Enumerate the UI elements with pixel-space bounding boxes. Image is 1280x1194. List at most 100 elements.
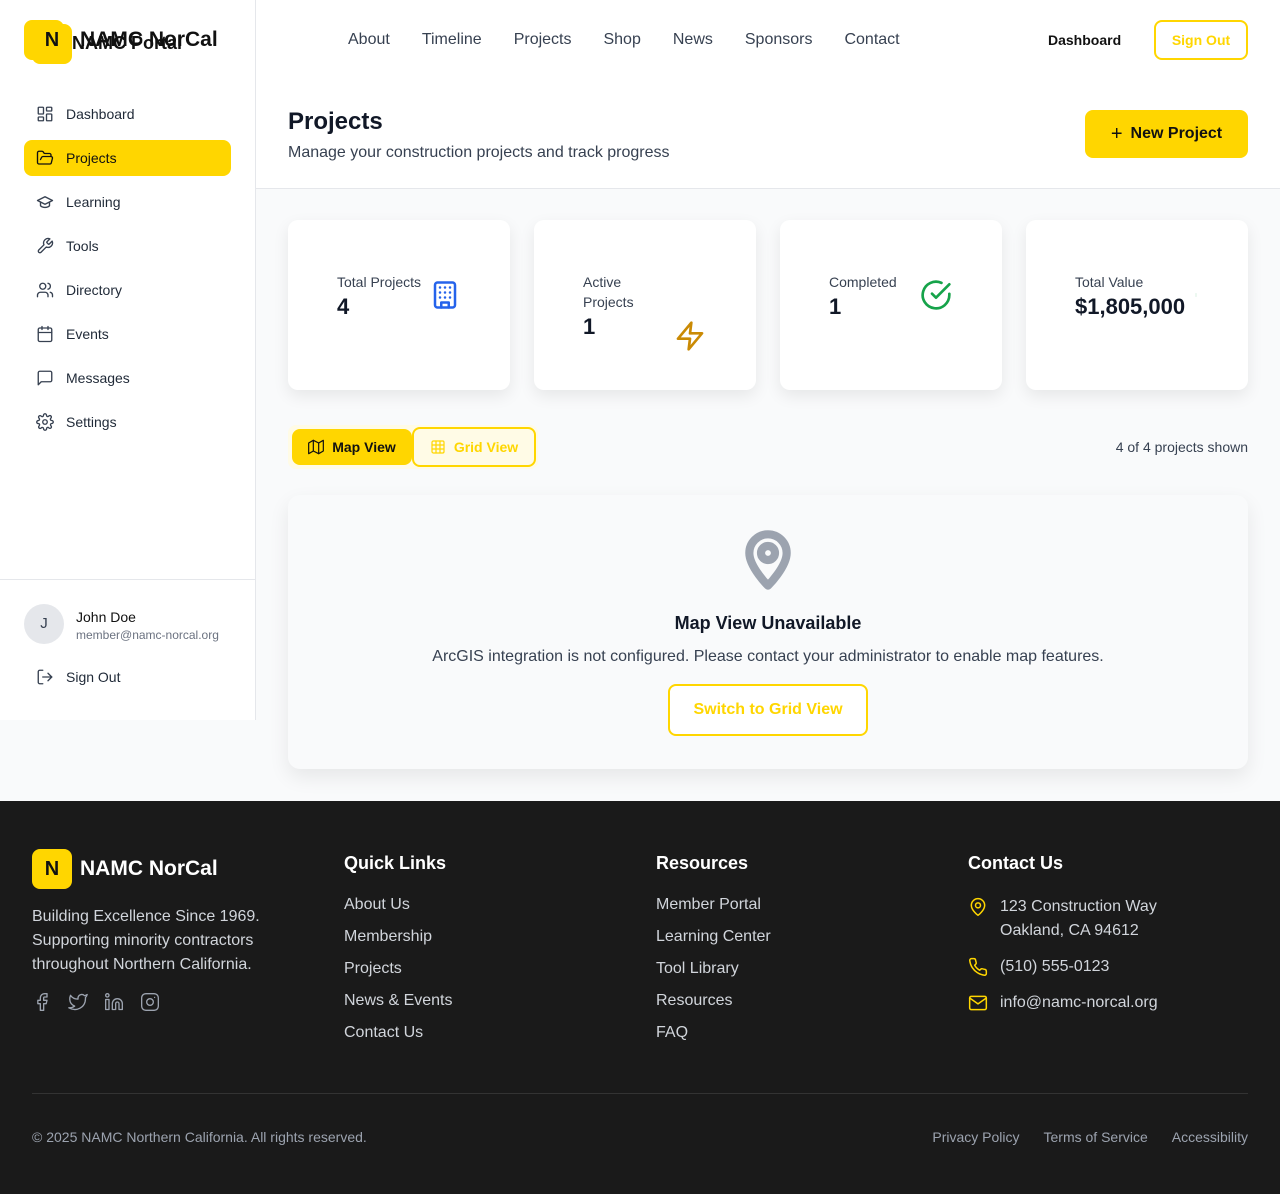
twitter-icon[interactable] <box>68 992 88 1012</box>
sidebar-item-settings[interactable]: Settings <box>24 404 231 440</box>
phone-icon <box>969 957 988 976</box>
nav-link-contact[interactable]: Contact <box>844 31 899 49</box>
footer-quick-links: Quick Links About Us Membership Projects… <box>344 853 452 1055</box>
sidebar-item-label: Dashboard <box>66 106 135 122</box>
page-subtitle: Manage your construction projects and tr… <box>288 144 670 161</box>
privacy-policy-link[interactable]: Privacy Policy <box>932 1129 1019 1145</box>
sidebar-item-label: Settings <box>66 414 117 430</box>
legal-links: Privacy Policy Terms of Service Accessib… <box>908 1129 1248 1145</box>
instagram-icon[interactable] <box>140 992 160 1012</box>
dashboard-grid-icon <box>37 106 53 122</box>
grid-icon <box>431 440 445 454</box>
map-pin-icon <box>745 530 791 590</box>
sidebar-item-label: Events <box>66 326 109 342</box>
user-panel: J John Doe member@namc-norcal.org Sign O… <box>0 579 255 720</box>
background-filler <box>0 720 256 801</box>
map-card-title: Map View Unavailable <box>674 613 862 633</box>
nav-link-news[interactable]: News <box>673 31 713 49</box>
sidebar-item-label: Tools <box>66 238 99 254</box>
footer-link-resources[interactable]: Resources <box>656 991 771 1023</box>
nav-link-about[interactable]: About <box>348 31 390 49</box>
stat-value: 1 <box>829 294 842 319</box>
footer-divider <box>32 1093 1248 1094</box>
accessibility-link[interactable]: Accessibility <box>1172 1129 1248 1145</box>
users-icon <box>36 282 54 298</box>
nav-link-timeline[interactable]: Timeline <box>422 31 482 49</box>
footer-link-contact[interactable]: Contact Us <box>344 1023 452 1055</box>
sidebar-logo[interactable]: N NAMC Portal NAMC NorCal <box>24 20 244 64</box>
contact-email[interactable]: info@namc-norcal.org <box>968 991 1158 1015</box>
contact-phone[interactable]: (510) 555-0123 <box>968 955 1158 979</box>
footer-column-title: Resources <box>656 853 749 873</box>
stat-card-completed: Completed 1 <box>780 220 1002 390</box>
view-toggle: Map View Grid View <box>288 425 538 469</box>
map-view-button[interactable]: Map View <box>292 429 412 465</box>
sidebar-item-label: Learning <box>66 194 121 210</box>
footer-column-title: Contact Us <box>968 853 1064 873</box>
page-header: Projects Manage your construction projec… <box>256 80 1280 189</box>
sidebar-nav: Dashboard Projects Learning Tools Direct… <box>24 96 231 448</box>
map-view-label: Map View <box>332 439 396 455</box>
footer-resources: Resources Member Portal Learning Center … <box>656 853 771 1055</box>
dollar-icon <box>1195 293 1197 297</box>
map-pin-icon <box>970 897 986 917</box>
facebook-icon[interactable] <box>32 992 52 1012</box>
stat-value: 4 <box>337 294 350 319</box>
stat-label: Active Projects <box>583 274 634 310</box>
new-project-button[interactable]: + New Project <box>1085 110 1248 158</box>
footer-link-tool-library[interactable]: Tool Library <box>656 959 771 991</box>
user-name: John Doe <box>76 609 136 625</box>
wrench-icon <box>37 237 54 254</box>
map-icon <box>308 439 325 455</box>
user-email: member@namc-norcal.org <box>76 628 219 642</box>
folder-open-icon <box>36 150 54 165</box>
map-unavailable-card: Map View Unavailable ArcGIS integration … <box>288 495 1248 769</box>
footer-link-membership[interactable]: Membership <box>344 927 452 959</box>
footer-link-about[interactable]: About Us <box>344 895 452 927</box>
sidebar-item-projects[interactable]: Projects <box>24 140 231 176</box>
mail-icon <box>968 995 988 1011</box>
footer-link-member-portal[interactable]: Member Portal <box>656 895 771 927</box>
nav-link-projects[interactable]: Projects <box>514 31 572 49</box>
footer-link-faq[interactable]: FAQ <box>656 1023 771 1055</box>
plus-icon: + <box>1110 122 1123 145</box>
footer-link-learning-center[interactable]: Learning Center <box>656 927 771 959</box>
sidebar-item-messages[interactable]: Messages <box>24 360 231 396</box>
linkedin-icon[interactable] <box>104 992 124 1012</box>
grid-view-button[interactable]: Grid View <box>412 427 536 467</box>
switch-to-grid-button[interactable]: Switch to Grid View <box>668 684 868 736</box>
sidebar-item-directory[interactable]: Directory <box>24 272 231 308</box>
sign-out-button[interactable]: Sign Out <box>1154 20 1248 60</box>
nav-link-sponsors[interactable]: Sponsors <box>745 31 813 49</box>
sidebar: N NAMC Portal NAMC NorCal Dashboard Proj… <box>0 0 256 720</box>
contact-address: 123 Construction Way Oakland, CA 94612 <box>968 895 1158 943</box>
sidebar-item-events[interactable]: Events <box>24 316 231 352</box>
stat-card-total-value: Total Value $1,805,000 <box>1026 220 1248 390</box>
terms-of-service-link[interactable]: Terms of Service <box>1044 1129 1148 1145</box>
stat-card-active-projects: Active Projects 1 <box>534 220 756 390</box>
page-title: Projects <box>288 108 383 135</box>
message-square-icon <box>37 370 53 386</box>
nav-link-shop[interactable]: Shop <box>603 31 640 49</box>
sidebar-item-label: Directory <box>66 282 123 298</box>
check-circle-icon <box>921 280 951 310</box>
stat-card-total-projects: Total Projects 4 <box>288 220 510 390</box>
footer-link-projects[interactable]: Projects <box>344 959 452 991</box>
footer-logo[interactable]: N <box>32 849 72 889</box>
sidebar-sign-out-button[interactable]: Sign Out <box>36 668 120 686</box>
new-project-label: New Project <box>1130 125 1223 142</box>
footer-tagline: Building Excellence Since 1969. Supporti… <box>32 908 260 973</box>
address-line-2: Oakland, CA 94612 <box>1000 922 1139 939</box>
stat-value: 1 <box>583 314 596 339</box>
top-nav-links: About Timeline Projects Shop News Sponso… <box>348 31 932 49</box>
footer-brand: NAMC NorCal <box>80 857 218 880</box>
stat-value: $1,805,000 <box>1075 294 1186 319</box>
dashboard-link[interactable]: Dashboard <box>1048 32 1121 48</box>
sidebar-item-dashboard[interactable]: Dashboard <box>24 96 231 132</box>
footer-contact: Contact Us 123 Construction Way Oakland,… <box>968 853 1158 1027</box>
footer-link-news-events[interactable]: News & Events <box>344 991 452 1023</box>
sidebar-item-tools[interactable]: Tools <box>24 228 231 264</box>
sidebar-item-learning[interactable]: Learning <box>24 184 231 220</box>
avatar[interactable]: J <box>24 604 64 644</box>
footer-column-title: Quick Links <box>344 853 447 873</box>
